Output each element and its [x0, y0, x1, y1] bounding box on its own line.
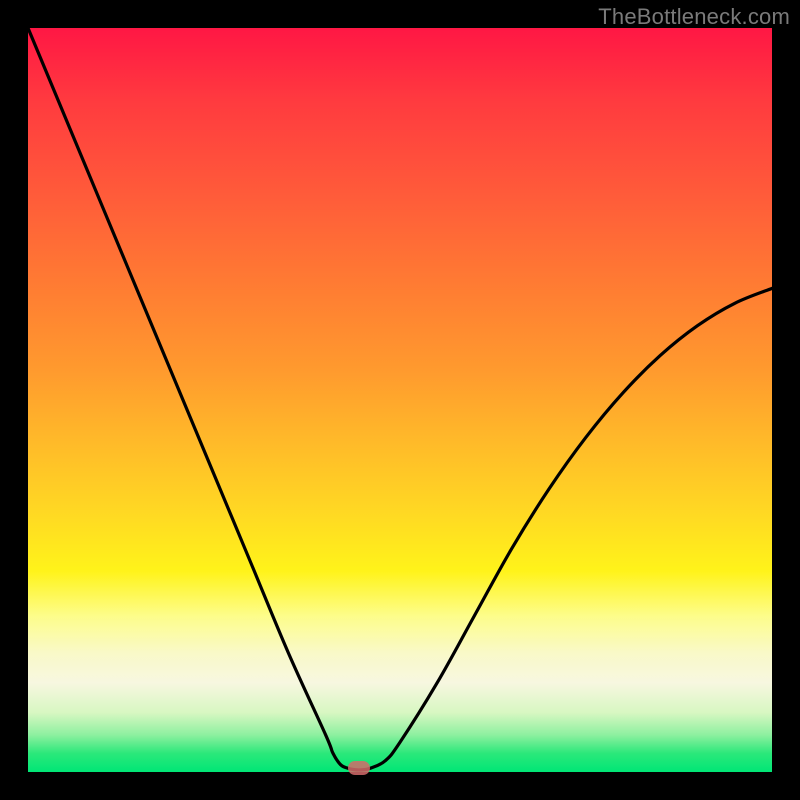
minimum-marker [348, 761, 370, 775]
plot-area [28, 28, 772, 772]
chart-frame: TheBottleneck.com [0, 0, 800, 800]
watermark-text: TheBottleneck.com [598, 4, 790, 30]
bottleneck-curve [28, 28, 772, 772]
